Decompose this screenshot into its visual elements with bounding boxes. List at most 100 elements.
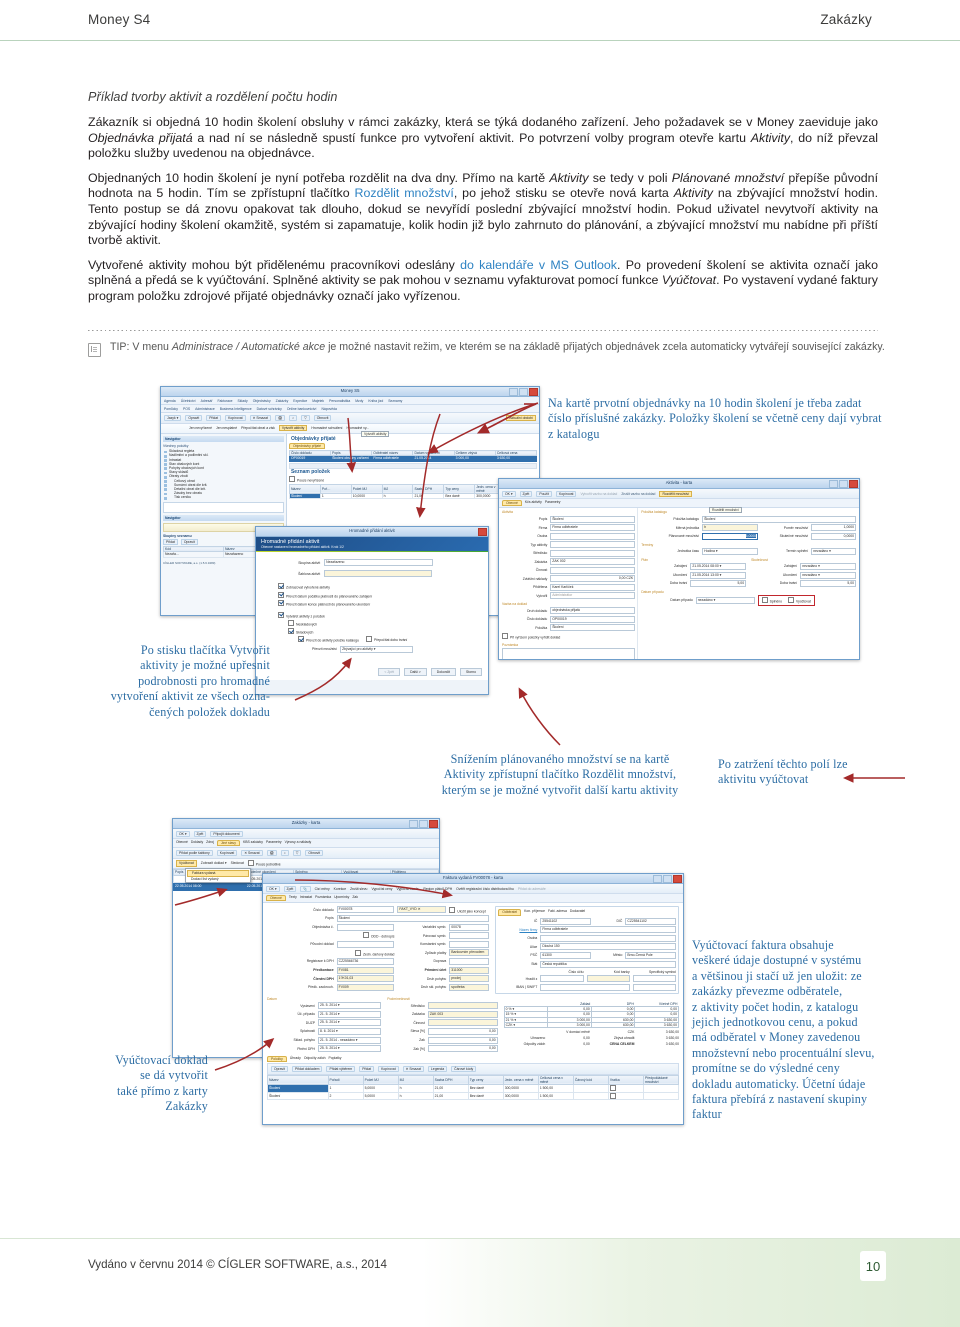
ok-button[interactable]: OK ▾ [502, 490, 516, 497]
predk-zaokrouhleni-input[interactable]: FV009 [336, 983, 395, 991]
checkbox-icon[interactable] [365, 635, 372, 642]
zak-pct-input[interactable]: 0,00 [427, 1045, 498, 1053]
tab-dodavatel[interactable]: Dodavatel [570, 909, 585, 915]
menu-item[interactable]: Objednávky [253, 399, 271, 403]
cell-nazev[interactable]: Školení [288, 492, 321, 500]
billing-checks-group[interactable]: Splněno Vyúčtovat [757, 595, 815, 606]
cislo-dokladu-input[interactable]: OP00019 [550, 615, 636, 623]
checkbox-icon[interactable] [788, 597, 795, 604]
window-controls[interactable] [653, 875, 682, 883]
plan-zahajeni-input[interactable]: 21.05.2014 08:00 ▾ [690, 563, 747, 571]
cell-pocet[interactable]: 10,0000 [350, 492, 383, 500]
real-doba-input[interactable]: 5,00 [800, 580, 856, 588]
tab-uhrady[interactable]: Úhrady [290, 1056, 301, 1062]
orders-table[interactable]: Číslo dokladu Popis Odběratel název Datu… [288, 450, 538, 462]
toolbar-invoice[interactable]: OK ▾ Zpět 📎 Cizí měny Korekce Zrušit sle… [263, 884, 683, 895]
toolbar-edit-button[interactable]: Opravit [185, 414, 203, 422]
cell-jedncena[interactable]: 300,0000 [502, 1091, 539, 1101]
primarni-ucet-input[interactable]: 311000 [449, 966, 490, 974]
jednotka-casu-select[interactable]: Hodina ▾ [702, 547, 759, 555]
ulice-input[interactable]: Dlouhá 150 [540, 943, 676, 951]
delete-button[interactable]: ✕ Smazat [241, 849, 263, 857]
cell-typceny[interactable]: Bez daně [467, 1091, 504, 1101]
menu-item[interactable]: Agenda [164, 399, 176, 403]
mesto-input[interactable]: Brno-Černá Pole [625, 951, 676, 959]
skutecne-mnozstvi-input[interactable]: 0,0000 [811, 532, 856, 540]
window-controls[interactable] [478, 528, 487, 536]
close-icon[interactable] [849, 480, 858, 488]
tab-parametry[interactable]: Parametry [545, 500, 561, 506]
popis-input[interactable]: Školení [550, 515, 636, 523]
cell-poradi[interactable]: 1 [327, 1083, 364, 1093]
planovane-mnozstvi-input[interactable]: 5,0000 [702, 532, 759, 540]
close-icon[interactable] [673, 875, 682, 883]
delete-item-button[interactable]: ✕ Smazat [402, 1065, 424, 1073]
cleneni-dph-input[interactable]: 1?K01,03 [336, 975, 395, 983]
tab-jine-stavy[interactable]: Jiné stavy [216, 840, 240, 847]
cell-mj[interactable]: h [397, 1091, 434, 1101]
pomer-mnozstvi-input[interactable]: 1,0000 [811, 524, 856, 532]
stredisko-input[interactable] [550, 549, 636, 557]
menu-item[interactable]: Adresář [201, 399, 213, 403]
check-nonstock[interactable]: Neskladových [278, 619, 480, 628]
druh-skl-pohybu-input[interactable]: spotřeba [449, 983, 490, 991]
zakazka-input[interactable]: ZAK 002 [550, 558, 636, 566]
sleva-input[interactable]: 0,00 [427, 1027, 498, 1035]
tabstrip-invoice[interactable]: Obecné Texty Intrastat Poznámka Upomínky Zak [263, 894, 683, 904]
checkbox-icon[interactable] [609, 1085, 616, 1091]
toolbar-order[interactable]: OK ▾ Zpět Připojit dokument [173, 829, 439, 840]
cinnost-input[interactable] [427, 1019, 498, 1027]
cell-kod[interactable] [572, 1083, 609, 1093]
polozka-katalogu-input[interactable]: Školení [702, 515, 856, 523]
cell-datum[interactable]: 21.05.2014 [412, 455, 455, 462]
datum-vystaveni-input[interactable]: 25. 5. 2014 ▾ [317, 1002, 382, 1010]
close-icon[interactable] [529, 388, 538, 396]
link-ms-outlook-calendar[interactable]: do kalendáře v MS Outlook [460, 258, 617, 272]
zak-input[interactable]: 0,00 [427, 1036, 498, 1044]
cell-predpoklad[interactable] [642, 1091, 680, 1101]
edit-item-button[interactable]: Opravit [271, 1065, 288, 1073]
print-button[interactable]: 🖨 [266, 849, 277, 857]
cell-vratka[interactable] [607, 1083, 644, 1093]
tab-zdroj[interactable]: Zdroj [206, 840, 214, 846]
typ-aktivity-input[interactable] [550, 541, 636, 549]
correction-button[interactable]: Korekce [334, 887, 346, 891]
subtoolbar-bulk-approve[interactable]: Hromadné schválení [311, 426, 342, 430]
vytvoril-input[interactable]: Administrátor [550, 592, 636, 600]
splatnost-input[interactable]: 8. 6. 2014 ▾ [317, 1027, 382, 1035]
tab-zak[interactable]: Zak [352, 895, 358, 901]
check-end-date[interactable]: Převzít datum konce platnosti do plánova… [278, 599, 480, 608]
menu-item[interactable]: Personalistika [329, 399, 350, 403]
invoice-items-table[interactable]: Název Pořadí Počet MJ MJ Sazba DPH Typ c… [267, 1074, 680, 1101]
horizontal-scrollbar[interactable] [288, 462, 537, 469]
minimize-icon[interactable] [409, 820, 418, 828]
toolbar-add-button[interactable]: Přidat [206, 414, 222, 422]
menu-item[interactable]: Mzdy [355, 399, 363, 403]
cell-cislo[interactable]: OP00019 [288, 455, 332, 462]
toolbar-copy-button[interactable]: Kopírovat [225, 414, 246, 422]
swift-input[interactable] [632, 983, 676, 991]
termin-splneni-select[interactable]: nezadáno ▾ [811, 547, 856, 555]
kod-banky-input[interactable] [586, 975, 630, 983]
copy-item-button[interactable]: Kopírovat [378, 1065, 399, 1073]
cell-currency[interactable]: CZK ▾ [503, 1021, 549, 1029]
checkbox-icon[interactable] [278, 599, 284, 606]
pridelena-input[interactable]: Karel Karlíček [550, 583, 636, 591]
only-single-checkbox[interactable]: Pouze jednotlivé [247, 860, 281, 867]
checkbox-icon[interactable] [247, 860, 254, 867]
toolbar-filter-button[interactable]: ▽ [301, 414, 310, 422]
groups-edit-button[interactable]: Opravit [180, 539, 198, 546]
cell-typceny[interactable]: Bez daně [443, 492, 476, 500]
add-item-button[interactable]: Přidat [359, 1065, 375, 1073]
cell-predpoklad[interactable] [642, 1083, 680, 1093]
vyuctovat-button[interactable]: Vyúčtovat [176, 860, 197, 867]
tab-texty[interactable]: Texty [289, 895, 297, 901]
find-button[interactable]: ⌕ [280, 849, 289, 857]
add-from-template-button[interactable]: Přidat podle šablony [176, 849, 213, 857]
calc-prices-button[interactable]: Vypočíst ceny [371, 887, 392, 891]
checkbox-icon[interactable] [449, 906, 456, 913]
koncept-checkbox[interactable]: Uložit jako koncept [449, 906, 489, 914]
checkbox-icon[interactable] [354, 949, 361, 956]
check-start-date[interactable]: Převzít datum počátku platnosti do pláno… [278, 591, 480, 600]
menu-item[interactable]: Business Intelligence [220, 407, 252, 411]
